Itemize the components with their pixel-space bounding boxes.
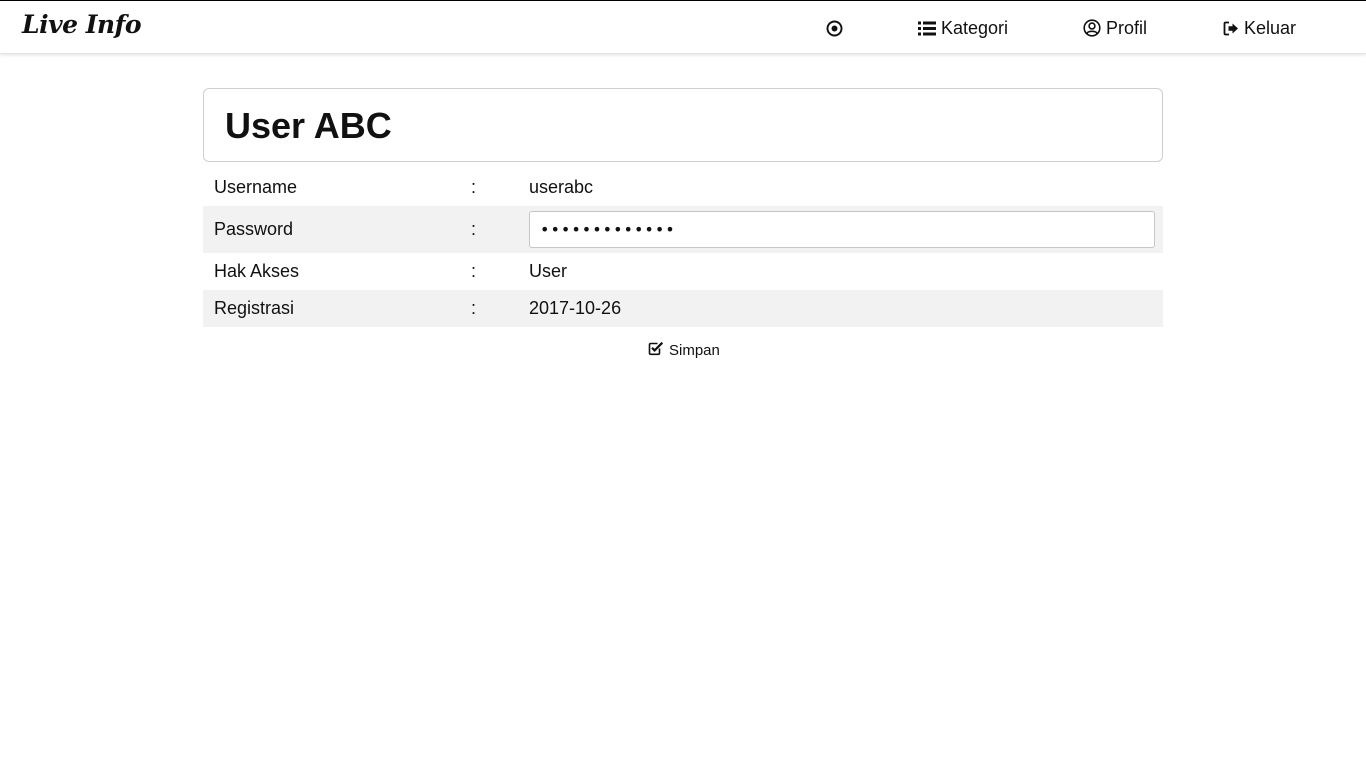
hak-akses-separator: :	[471, 261, 477, 281]
brand-logo[interactable]: Live Info	[22, 10, 142, 39]
nav-home-target[interactable]	[826, 16, 843, 40]
password-field[interactable]	[529, 211, 1155, 248]
bullseye-icon	[826, 20, 843, 37]
list-icon	[918, 21, 936, 36]
username-separator: :	[471, 176, 477, 197]
username-value: userabc	[529, 176, 594, 197]
hak-akses-value: User	[529, 261, 568, 281]
check-square-icon	[648, 341, 664, 360]
table-row-hak-akses: Hak Akses : User	[203, 253, 1163, 290]
nav-profil[interactable]: Profil	[1083, 16, 1147, 40]
sign-out-icon	[1223, 21, 1239, 36]
save-button[interactable]: Simpan	[648, 341, 720, 360]
page-title: User ABC	[225, 105, 392, 146]
registrasi-label: Registrasi	[214, 298, 295, 318]
table-row-registrasi: Registrasi : 2017-10-26	[203, 290, 1163, 327]
password-label: Password	[214, 219, 294, 239]
registrasi-value: 2017-10-26	[529, 298, 622, 318]
nav-keluar-label: Keluar	[1244, 17, 1297, 38]
nav-kategori-label: Kategori	[941, 17, 1009, 38]
username-label: Username	[214, 176, 298, 197]
user-circle-icon	[1083, 19, 1101, 37]
nav-keluar[interactable]: Keluar	[1223, 16, 1296, 40]
nav-kategori[interactable]: Kategori	[918, 16, 1008, 40]
nav-profil-label: Profil	[1106, 17, 1148, 38]
profile-header-card: User ABC	[203, 88, 1163, 162]
top-navbar: Live Info Kategori Profil Keluar	[0, 0, 1366, 54]
password-cell	[529, 206, 1163, 253]
save-button-label: Simpan	[669, 342, 720, 359]
password-separator: :	[471, 219, 477, 239]
profile-info-table: Username : userabc Password : Hak Akses …	[203, 168, 1163, 327]
table-row-password: Password :	[203, 206, 1163, 253]
table-row-username: Username : userabc	[203, 168, 1163, 206]
registrasi-separator: :	[471, 298, 477, 318]
hak-akses-label: Hak Akses	[214, 261, 300, 281]
